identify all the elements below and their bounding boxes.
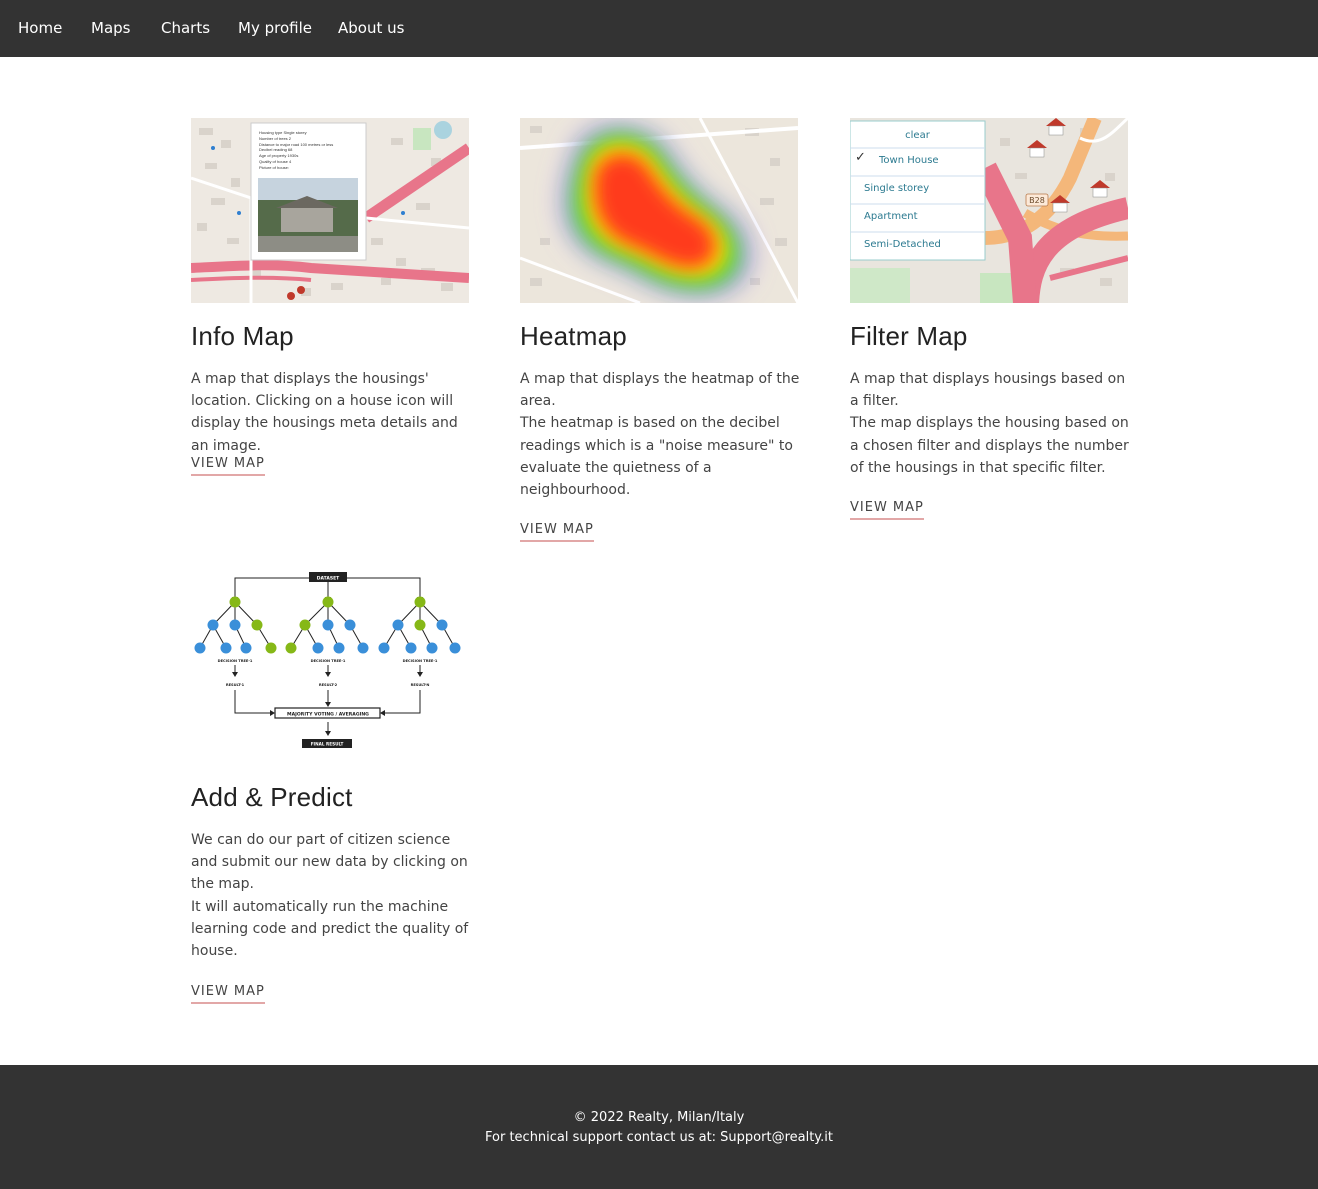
filter-option-single-storey[interactable]: Single storey <box>864 183 929 194</box>
card-paragraph: The map displays the housing based on a … <box>850 415 1129 476</box>
checkmark-icon: ✓ <box>855 150 866 165</box>
random-forest-diagram-image: DATASET DECISION TREE-1 DECISION TREE-1 … <box>194 572 461 748</box>
view-map-link[interactable]: VIEW MAP <box>191 984 265 1004</box>
heatmap-image <box>520 118 798 303</box>
road-label-b28: B28 <box>1029 196 1045 205</box>
nav-charts-link[interactable]: Charts <box>161 19 210 37</box>
card-title: Info Map <box>191 321 294 351</box>
page-footer: © 2022 Realty, Milan/Italy For technical… <box>0 1065 1318 1189</box>
card-description: We can do our part of citizen science an… <box>191 829 471 962</box>
filter-dropdown: clear ✓ Town House Single storey Apartme… <box>850 121 985 260</box>
info-popup-text: Housing type Single storey Number of tre… <box>259 130 359 171</box>
aggregate-label: MAJORITY VOTING / AVERAGING <box>287 711 369 717</box>
result-label: RESULT-1 <box>226 683 245 687</box>
add-predict-card: DATASET DECISION TREE-1 DECISION TREE-1 … <box>191 572 469 1012</box>
info-map-thumbnail[interactable]: Housing type Single storey Number of tre… <box>191 118 469 303</box>
card-description: A map that displays the housings' locati… <box>191 368 476 457</box>
nav-home-link[interactable]: Home <box>18 19 62 37</box>
nav-maps-link[interactable]: Maps <box>91 19 130 37</box>
card-description: A map that displays housings based on a … <box>850 368 1135 479</box>
footer-support-contact: For technical support contact us at: Sup… <box>485 1130 833 1145</box>
tree-nodes <box>194 596 461 654</box>
card-paragraph: A map that displays the heatmap of the a… <box>520 371 800 410</box>
nav-my-profile-link[interactable]: My profile <box>238 19 312 37</box>
final-result-label: FINAL RESULT <box>311 742 344 747</box>
card-paragraph: A map that displays the housings' locati… <box>191 371 458 454</box>
footer-copyright: © 2022 Realty, Milan/Italy <box>573 1110 745 1125</box>
result-label: RESULT-2 <box>319 683 338 687</box>
card-title: Heatmap <box>520 321 627 351</box>
card-paragraph: It will automatically run the machine le… <box>191 898 469 960</box>
nav-about-us-link[interactable]: About us <box>338 19 404 37</box>
card-paragraph: We can do our part of citizen science an… <box>191 832 468 893</box>
view-map-link[interactable]: VIEW MAP <box>191 456 265 476</box>
heatmap-card: Heatmap A map that displays the heatmap … <box>520 118 799 558</box>
filter-option-clear[interactable]: clear <box>850 130 985 141</box>
tree-label: DECISION TREE-1 <box>218 659 253 663</box>
card-title: Filter Map <box>850 321 968 351</box>
popup-line: Picture of house: <box>259 164 290 170</box>
filter-option-town-house[interactable]: Town House <box>879 155 939 166</box>
filter-option-apartment[interactable]: Apartment <box>864 211 918 222</box>
filter-map-card: B28 clear ✓ Town House Single storey Apa… <box>850 118 1129 528</box>
heatmap-thumbnail[interactable] <box>520 118 798 303</box>
card-paragraph: A map that displays housings based on a … <box>850 371 1126 410</box>
dataset-label: DATASET <box>317 576 340 582</box>
card-title: Add & Predict <box>191 782 353 812</box>
random-forest-diagram[interactable]: DATASET DECISION TREE-1 DECISION TREE-1 … <box>191 572 469 754</box>
info-map-card: Housing type Single storey Number of tre… <box>191 118 469 488</box>
result-label: RESULT-N <box>411 683 430 687</box>
view-map-link[interactable]: VIEW MAP <box>850 500 924 520</box>
filter-option-semi-detached[interactable]: Semi-Detached <box>864 239 941 250</box>
top-navbar: Home Maps Charts My profile About us <box>0 0 1318 57</box>
card-paragraph: The heatmap is based on the decibel read… <box>520 415 793 499</box>
tree-label: DECISION TREE-1 <box>311 659 346 663</box>
view-map-link[interactable]: VIEW MAP <box>520 522 594 542</box>
card-description: A map that displays the heatmap of the a… <box>520 368 805 501</box>
tree-label: DECISION TREE-1 <box>403 659 438 663</box>
filter-map-thumbnail[interactable]: B28 clear ✓ Town House Single storey Apa… <box>850 118 1128 303</box>
